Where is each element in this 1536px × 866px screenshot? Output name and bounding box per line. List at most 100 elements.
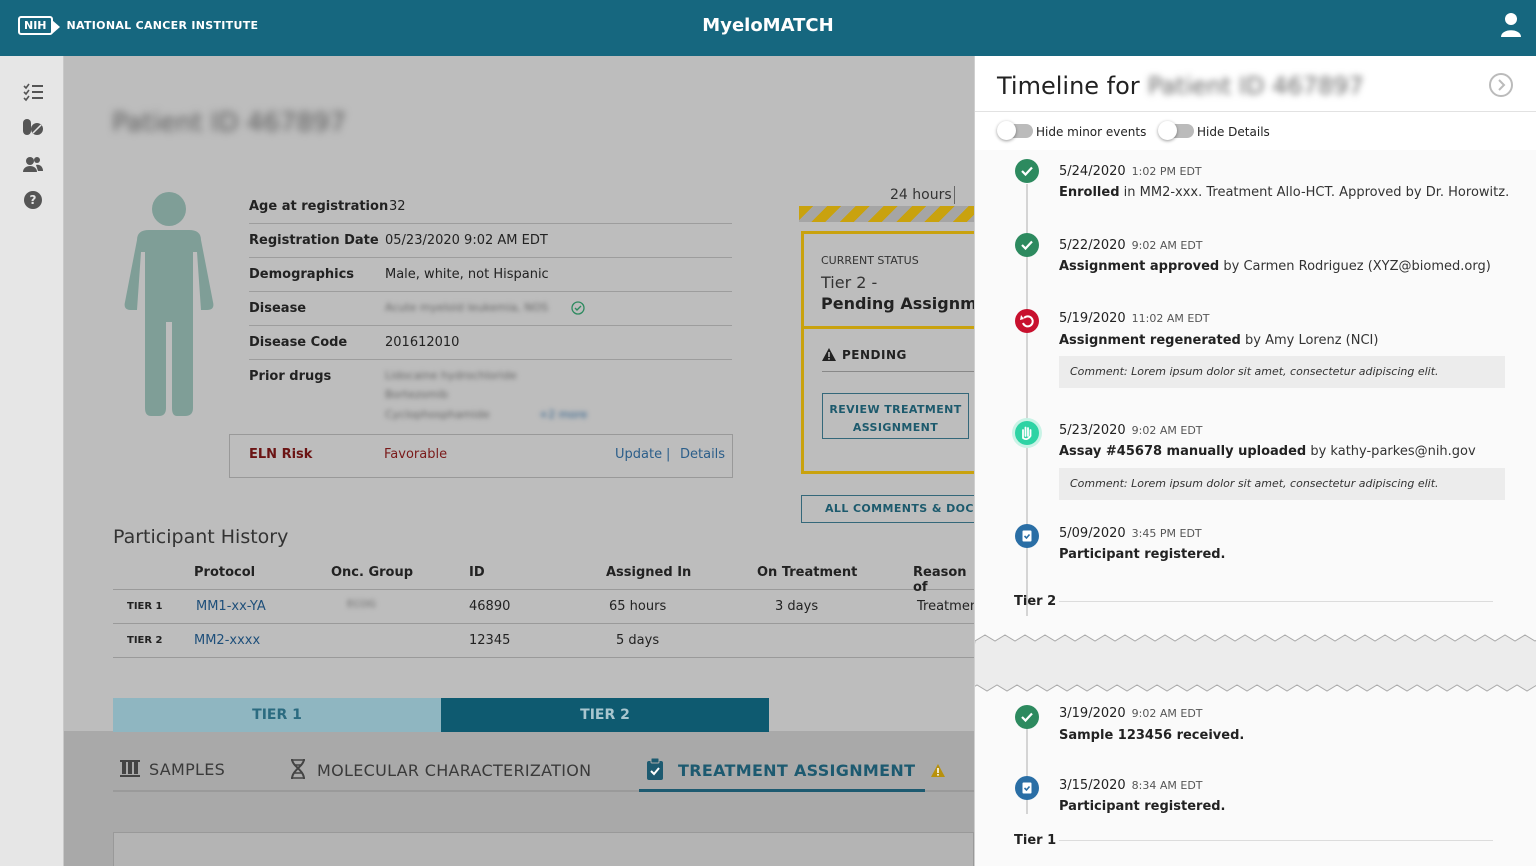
test-tubes-icon (120, 760, 140, 777)
info-value: Acute myeloid leukemia, NOS (385, 301, 549, 314)
event-description: Enrolled in MM2-xxx. Treatment Allo-HCT.… (1059, 185, 1509, 200)
pending-divider (822, 371, 974, 372)
timeline-filters: Hide minor events Hide Details (975, 112, 1536, 150)
event-time: 11:02 AM EDT (1131, 312, 1210, 325)
info-row-age: Age at registration 32 (249, 190, 732, 224)
top-header: NIH NATIONAL CANCER INSTITUTE MyeloMATCH (0, 0, 1536, 56)
group-cell: ECOG (347, 599, 376, 610)
tier-divider (1059, 601, 1493, 602)
tab-tier-1[interactable]: TIER 1 (113, 698, 441, 732)
protocol-link[interactable]: MM1-xx-YA (196, 599, 266, 614)
tab-label: SAMPLES (149, 760, 226, 779)
info-value: Lidocaine hydrochloride (385, 369, 517, 382)
timeline-line (1026, 724, 1028, 814)
timer-label: 24 hours (890, 187, 952, 203)
event-undo-icon (1015, 309, 1039, 333)
table-row[interactable]: TIER 2 MM2-xxxx 12345 5 days (113, 624, 974, 658)
event-clipboard-icon (1015, 776, 1039, 800)
event-title: Assignment approved (1059, 259, 1220, 274)
event-title: Assay #45678 manually uploaded (1059, 444, 1307, 459)
eln-label: ELN Risk (249, 447, 313, 462)
table-header: Protocol Onc. Group ID Assigned In On Tr… (113, 556, 974, 595)
event-title: Participant registered. (1059, 799, 1226, 814)
active-tab-indicator (639, 789, 925, 792)
info-label: Registration Date (249, 233, 379, 248)
tier-cell: TIER 2 (127, 635, 163, 646)
tab-treatment-assignment[interactable]: TREATMENT ASSIGNMENT (646, 757, 946, 780)
timeline-patient-name: Patient ID 467897 (1147, 72, 1364, 100)
hazard-stripe (799, 206, 974, 222)
warning-icon (931, 764, 946, 777)
link-separator: | (666, 447, 671, 462)
user-icon[interactable] (1500, 12, 1522, 38)
event-date-text: 3/19/2020 (1059, 706, 1126, 721)
table-row[interactable]: TIER 1 MM1-xx-YA ECOG 46890 65 hours 3 d… (113, 590, 974, 624)
verified-icon (571, 301, 585, 315)
column-header: Protocol (194, 565, 256, 580)
more-drugs-link[interactable]: +2 more (539, 408, 587, 421)
event-title: Assignment regenerated (1059, 333, 1241, 348)
dna-icon (291, 758, 305, 780)
event-hand-icon (1015, 421, 1039, 445)
info-value: 32 (389, 199, 406, 214)
info-row-demographics: Demographics Male, white, not Hispanic (249, 258, 732, 292)
info-row-prior-drugs: Prior drugs Lidocaine hydrochloride Bort… (249, 360, 732, 430)
id-cell: 12345 (469, 633, 511, 648)
event-date: 5/24/2020 1:02 PM EDT (1059, 164, 1202, 179)
event-date: 3/19/2020 9:02 AM EDT (1059, 706, 1203, 721)
collapse-panel-button[interactable] (1489, 73, 1513, 97)
info-label: Disease (249, 301, 307, 316)
timer-divider (954, 186, 955, 204)
event-date-text: 5/09/2020 (1059, 526, 1126, 541)
current-status-label: CURRENT STATUS (821, 254, 919, 267)
tab-samples[interactable]: SAMPLES (119, 758, 225, 779)
id-cell: 46890 (469, 599, 511, 614)
help-icon[interactable]: ? (22, 189, 44, 211)
tier-2-label: Tier 2 (1014, 594, 1057, 609)
protocol-link[interactable]: MM2-xxxx (194, 633, 260, 648)
assigned-cell: 65 hours (609, 599, 667, 614)
tier-cell: TIER 1 (127, 601, 163, 612)
hide-details-toggle[interactable] (1158, 121, 1194, 140)
tab-label: TREATMENT ASSIGNMENT (678, 761, 916, 780)
column-header: On Treatment (757, 565, 858, 580)
warning-icon (822, 348, 836, 361)
eln-update-link[interactable]: Update (615, 447, 662, 462)
prior-drug: Cyclophosphamide (385, 408, 490, 421)
event-detail: by Amy Lorenz (NCI) (1240, 333, 1379, 348)
hide-minor-toggle[interactable] (997, 121, 1033, 140)
event-detail: in MM2-xxx. Treatment Allo-HCT. Approved… (1119, 185, 1510, 200)
event-check-icon (1015, 159, 1039, 183)
event-check-icon (1015, 233, 1039, 257)
checklist-icon[interactable] (22, 81, 44, 103)
reason-cell: Treatment (917, 599, 974, 614)
status-text: Pending Assignment (821, 294, 974, 313)
event-clipboard-icon (1015, 524, 1039, 548)
event-comment: Comment: Lorem ipsum dolor sit amet, con… (1059, 468, 1505, 500)
event-description: Assay #45678 manually uploaded by kathy-… (1059, 444, 1476, 459)
event-detail: by Carmen Rodriguez (XYZ@biomed.org) (1219, 259, 1491, 274)
column-header: Assigned In (606, 565, 692, 580)
main-content: Patient ID 467897 Age at registration 32… (64, 56, 974, 866)
event-date-text: 5/19/2020 (1059, 311, 1126, 326)
all-comments-button[interactable]: ALL COMMENTS & DOCUMENTS (801, 495, 974, 523)
tab-label: MOLECULAR CHARACTERIZATION (317, 761, 592, 780)
info-value: Male, white, not Hispanic (385, 267, 549, 282)
timeline-title: Timeline for Patient ID 467897 (997, 72, 1364, 100)
users-icon[interactable] (22, 153, 44, 175)
chevron-right-icon (1498, 79, 1506, 91)
event-description: Assignment approved by Carmen Rodriguez … (1059, 259, 1491, 274)
event-date: 3/15/2020 8:34 AM EDT (1059, 778, 1203, 793)
eln-details-link[interactable]: Details (680, 447, 725, 462)
info-label: Prior drugs (249, 369, 332, 384)
event-description: Sample 123456 received. (1059, 728, 1244, 743)
tab-tier-2[interactable]: TIER 2 (441, 698, 769, 732)
sidebar: ? (0, 56, 64, 866)
tab-molecular[interactable]: MOLECULAR CHARACTERIZATION (289, 758, 591, 780)
event-date-text: 5/23/2020 (1059, 423, 1126, 438)
event-description: Participant registered. (1059, 547, 1226, 562)
history-title: Participant History (113, 526, 289, 548)
info-row-disease-code: Disease Code 201612010 (249, 326, 732, 360)
review-treatment-button[interactable]: REVIEW TREATMENT ASSIGNMENT (822, 393, 969, 439)
pills-icon[interactable] (22, 116, 44, 138)
